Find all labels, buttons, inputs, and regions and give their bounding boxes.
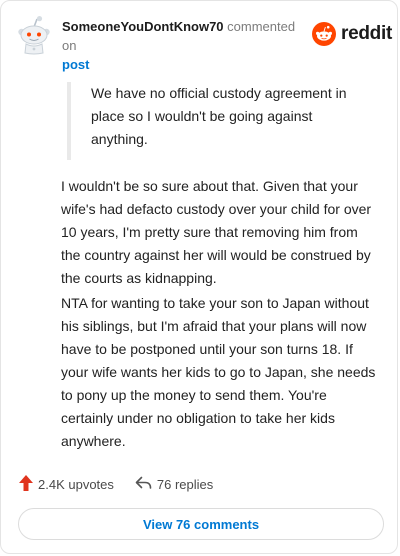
replies-button[interactable]: 76 replies: [135, 476, 213, 493]
reddit-wordmark: reddit: [341, 23, 392, 44]
snoo-avatar-icon[interactable]: [17, 15, 51, 55]
quote-block: We have no official custody agreement in…: [67, 82, 357, 160]
reddit-snoo-icon: [312, 22, 336, 46]
comment-paragraph-2: NTA for wanting to take your son to Japa…: [61, 295, 376, 449]
username-link[interactable]: SomeoneYouDontKnow70: [62, 19, 224, 34]
reddit-logo[interactable]: reddit: [312, 21, 392, 47]
view-comments-button[interactable]: View 76 comments: [18, 508, 384, 540]
comment-card: SomeoneYouDontKnow70 commented on post r…: [0, 0, 398, 554]
upvotes-count: 2.4K upvotes: [38, 476, 114, 492]
comment-paragraph-1: I wouldn't be so sure about that. Given …: [61, 178, 372, 286]
upvote-arrow-icon: [18, 474, 38, 495]
reply-arrow-icon: [135, 476, 157, 493]
upvote-button[interactable]: 2.4K upvotes: [18, 474, 114, 495]
replies-count: 76 replies: [156, 476, 214, 492]
comment-header: SomeoneYouDontKnow70 commented on post: [62, 17, 312, 74]
comment-actions: 2.4K upvotes 76 replies: [18, 473, 213, 495]
post-link[interactable]: post: [62, 55, 312, 74]
